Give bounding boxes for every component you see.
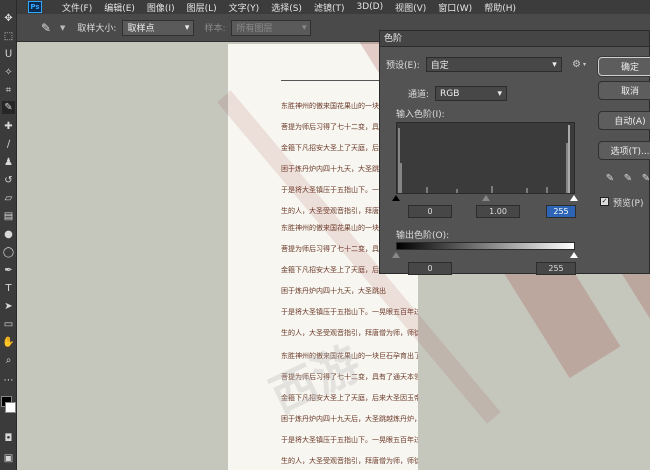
lasso-tool-icon[interactable]: ᑌ xyxy=(2,48,15,61)
levels-dialog: 色阶 预设(E): 自定 ▾ ⚙ ▾ 通道: RGB ▾ 输入色阶(I): 0 … xyxy=(379,30,650,275)
channel-label: 通道: xyxy=(408,90,430,100)
dodge-tool-icon[interactable]: ◯ xyxy=(2,246,15,259)
text-line: 于是将大圣镇压于五指山下。一晃眼五百年过去了，唐僧被观世音菩萨选为西去取经普渡众 xyxy=(281,436,418,444)
input-gamma-field[interactable]: 1.00 xyxy=(476,205,520,218)
eraser-tool-icon[interactable]: ▱ xyxy=(2,192,15,205)
screen-mode-icon[interactable]: ▣ xyxy=(2,452,15,465)
histogram xyxy=(396,122,575,194)
menu-window[interactable]: 窗口(W) xyxy=(438,1,472,14)
path-select-icon[interactable]: ➤ xyxy=(2,300,15,313)
gear-icon[interactable]: ⚙ xyxy=(572,59,581,70)
more-tools-icon[interactable]: ⋯ xyxy=(2,374,15,387)
output-black-slider[interactable] xyxy=(392,252,400,258)
gray-eyedropper-icon[interactable]: ✎ xyxy=(622,172,634,184)
magic-wand-tool-icon[interactable]: ✧ xyxy=(2,66,15,79)
output-white-field[interactable]: 255 xyxy=(536,262,576,275)
move-tool-icon[interactable]: ✥ xyxy=(2,12,15,25)
chevron-down-icon: ▾ xyxy=(497,88,503,99)
eyedropper-tool-icon[interactable]: ✎ xyxy=(2,101,15,114)
auto-button[interactable]: 自动(A) xyxy=(598,111,650,130)
menu-file[interactable]: 文件(F) xyxy=(62,1,92,14)
quick-mask-icon[interactable]: ◘ xyxy=(2,432,15,445)
chevron-down-icon: ▾ xyxy=(552,59,557,70)
preset-label: 预设(E): xyxy=(386,61,420,71)
preview-label: 预览(P) xyxy=(613,199,644,209)
marquee-tool-icon[interactable]: ⬚ xyxy=(2,30,15,43)
menu-bar: Ps 文件(F) 编辑(E) 图像(I) 图层(L) 文字(Y) 选择(S) 滤… xyxy=(0,0,650,14)
zoom-tool-icon[interactable]: ⌕ xyxy=(2,354,15,367)
text-line: 东胜神州的傲来国花果山的一块巨石孕育出了一只明灵石猴（六小龄童 饰）。石猴后来拜… xyxy=(281,352,418,360)
output-levels-label: 输出色阶(O): xyxy=(396,231,450,241)
paragraph-3: 东胜神州的傲来国花果山的一块巨石孕育出了一只明灵石猴（六小龄童 饰）。石猴后来拜… xyxy=(281,346,418,470)
menu-type[interactable]: 文字(Y) xyxy=(229,1,260,14)
sample-select[interactable]: 所有图层 ▾ xyxy=(231,19,312,36)
menu-edit[interactable]: 编辑(E) xyxy=(104,1,135,14)
text-line: 生的人，大圣受观音指引，拜唐僧为师，师徒踏上了取经的路途。 xyxy=(281,329,418,337)
text-line: 困于炼丹炉内四十九天，大圣跳出 xyxy=(281,287,386,295)
menu-layer[interactable]: 图层(L) xyxy=(187,1,217,14)
menu-view[interactable]: 视图(V) xyxy=(395,1,426,14)
preset-row: 预设(E): 自定 ▾ xyxy=(386,57,562,72)
menu-filter[interactable]: 滤镜(T) xyxy=(314,1,345,14)
eyedropper-icon[interactable]: ✎ xyxy=(38,20,54,36)
sample-size-value: 取样点 xyxy=(127,24,155,34)
input-black-field[interactable]: 0 xyxy=(408,205,452,218)
sample-label: 样本: xyxy=(204,24,226,34)
text-line: 于是将大圣镇压于五指山下。一晃眼五百年过去了，唐僧被观世音菩萨选为西去取经普渡众 xyxy=(281,308,418,316)
menu-help[interactable]: 帮助(H) xyxy=(484,1,516,14)
sample-value: 所有图层 xyxy=(236,24,273,34)
channel-select[interactable]: RGB ▾ xyxy=(435,86,508,101)
black-eyedropper-icon[interactable]: ✎ xyxy=(604,172,616,184)
preview-checkbox[interactable]: ✓ xyxy=(600,197,609,206)
shape-tool-icon[interactable]: ▭ xyxy=(2,318,15,331)
sample-size-label: 取样大小: xyxy=(77,24,117,34)
blur-tool-icon[interactable]: ● xyxy=(2,228,15,241)
text-line: 菩提为师后习得了七十二变，具有了通天本领，于是占山为王，自称齐天大圣。玉帝派太白 xyxy=(281,373,418,381)
options-button[interactable]: 选项(T)... xyxy=(598,141,650,160)
output-white-slider[interactable] xyxy=(570,252,578,258)
photoshop-logo: Ps xyxy=(28,1,42,13)
background-color-swatch[interactable] xyxy=(5,402,16,413)
hand-tool-icon[interactable]: ✋ xyxy=(2,336,15,349)
pen-tool-icon[interactable]: ✒ xyxy=(2,264,15,277)
cancel-button[interactable]: 取消 xyxy=(598,81,650,100)
chevron-down-icon: ▾ xyxy=(301,22,307,33)
menu-image[interactable]: 图像(I) xyxy=(147,1,175,14)
gradient-tool-icon[interactable]: ▤ xyxy=(2,210,15,223)
stamp-tool-icon[interactable]: ♟ xyxy=(2,156,15,169)
input-gamma-slider[interactable] xyxy=(482,195,490,201)
preset-value: 自定 xyxy=(430,61,449,71)
text-line: 困于炼丹炉内四十九天后，大圣跳越炼丹炉，炼成了金睛火眼。如来佛祖见局势不可收拾， xyxy=(281,415,418,423)
chevron-down-icon[interactable]: ▾ xyxy=(583,61,586,68)
ok-button[interactable]: 确定 xyxy=(598,57,650,76)
channel-row: 通道: RGB ▾ xyxy=(408,86,508,101)
text-line: 生的人，大圣受观音指引，拜唐僧为师，师徒踏上了取经的路途。 xyxy=(281,457,418,465)
brush-tool-icon[interactable]: ∕ xyxy=(2,138,15,151)
input-white-field[interactable]: 255 xyxy=(546,205,576,218)
input-black-slider[interactable] xyxy=(392,195,400,201)
healing-tool-icon[interactable]: ✚ xyxy=(2,120,15,133)
crop-tool-icon[interactable]: ⌗ xyxy=(2,84,15,97)
tools-panel: ✥ ⬚ ᑌ ✧ ⌗ ✎ ✚ ∕ ♟ ↺ ▱ ▤ ● ◯ ✒ T ➤ ▭ ✋ ⌕ … xyxy=(0,0,17,470)
menu-3d[interactable]: 3D(D) xyxy=(356,2,383,12)
sample-size-select[interactable]: 取样点 ▾ xyxy=(122,19,195,36)
output-black-field[interactable]: 0 xyxy=(408,262,452,275)
type-tool-icon[interactable]: T xyxy=(2,282,15,295)
histogram-graph xyxy=(397,123,574,193)
dialog-title: 色阶 xyxy=(380,31,649,47)
history-brush-icon[interactable]: ↺ xyxy=(2,174,15,187)
channel-value: RGB xyxy=(440,88,460,99)
preset-select[interactable]: 自定 ▾ xyxy=(425,57,562,72)
output-gradient xyxy=(396,242,575,250)
input-levels-label: 输入色阶(I): xyxy=(396,110,445,120)
input-white-slider[interactable] xyxy=(570,195,578,201)
chevron-down-icon[interactable]: ▼ xyxy=(60,24,65,32)
chevron-down-icon: ▾ xyxy=(184,22,190,33)
white-eyedropper-icon[interactable]: ✎ xyxy=(640,172,650,184)
menu-select[interactable]: 选择(S) xyxy=(271,1,302,14)
text-line: 金箍下凡招安大圣上了天庭，后来大圣因玉帝轻封的官职太低，大闹天宫，被太上老君 xyxy=(281,394,418,402)
